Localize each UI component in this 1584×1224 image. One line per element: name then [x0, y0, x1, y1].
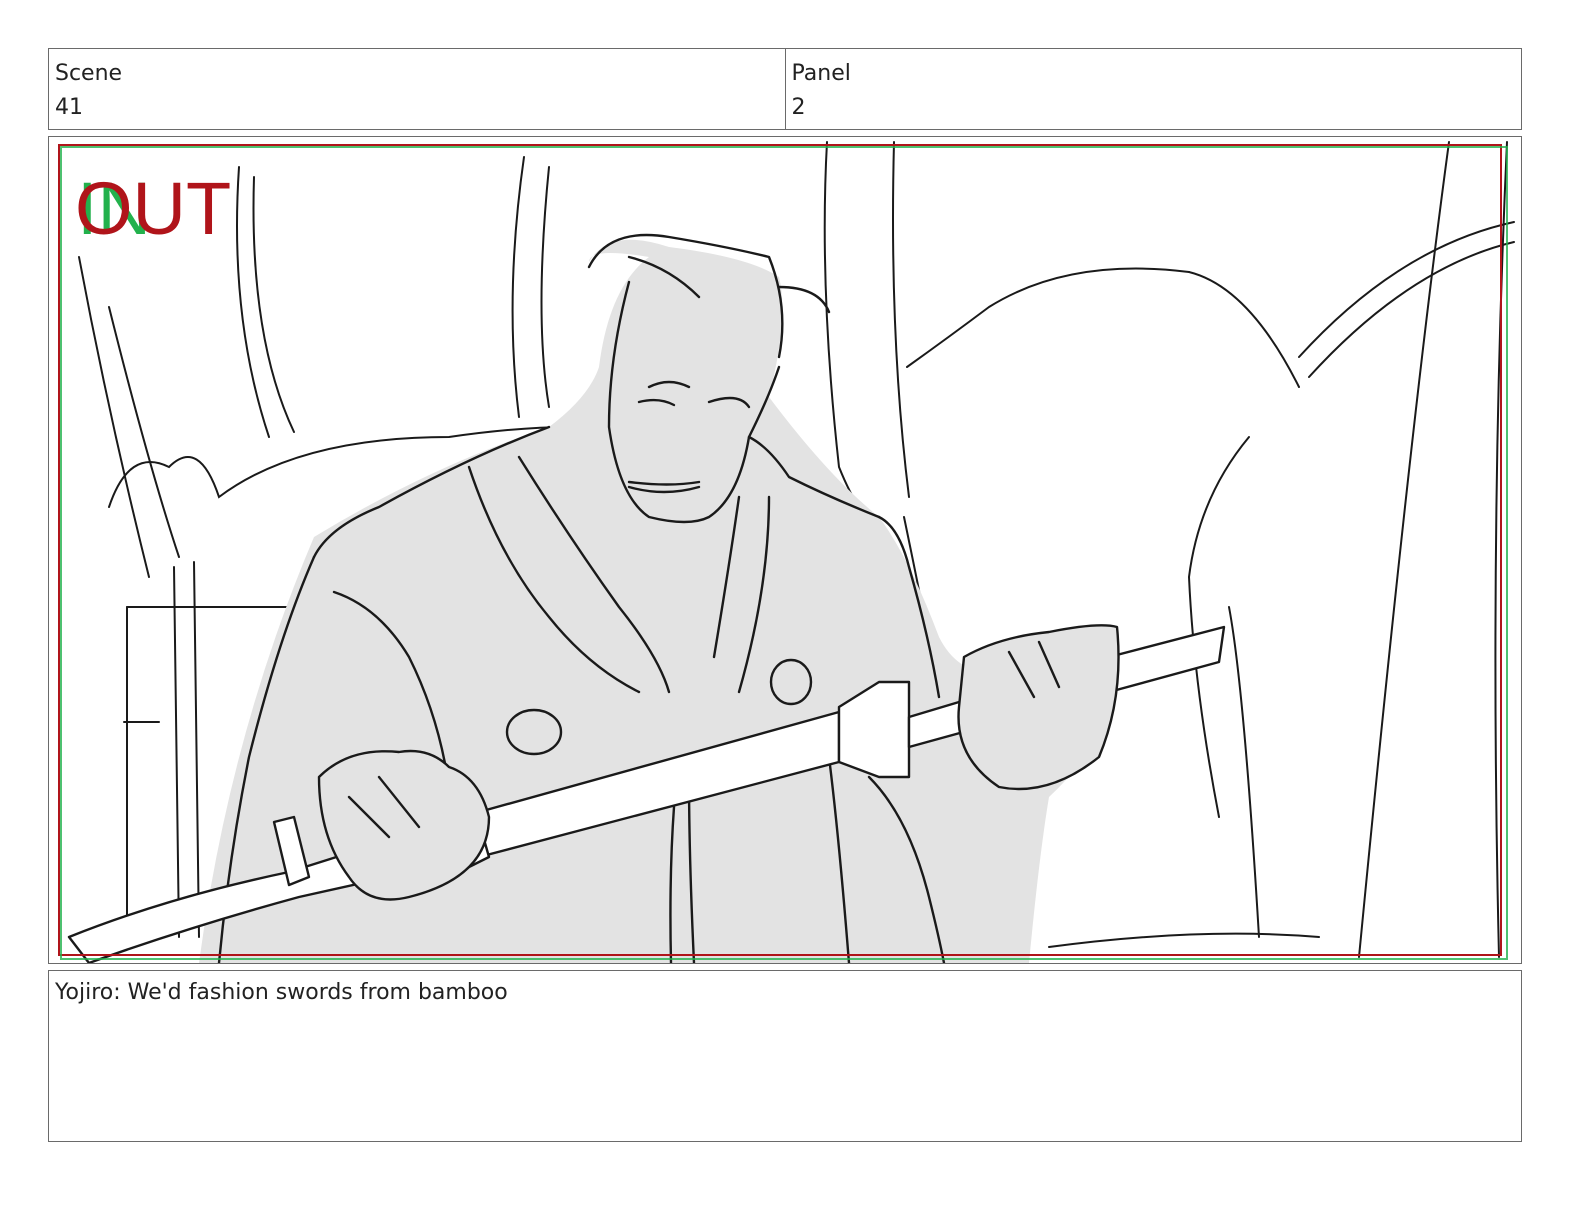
scene-number: 41: [55, 95, 83, 120]
panel-header: Scene 41 Panel 2: [48, 48, 1522, 130]
dialogue-text: Yojiro: We'd fashion swords from bamboo: [55, 980, 508, 1005]
scene-label: Scene: [55, 61, 123, 86]
panel-cell: Panel 2: [784, 49, 1522, 129]
scene-cell: Scene 41: [49, 49, 785, 129]
panel-label: Panel: [791, 61, 851, 86]
storyboard-page: Scene 41 Panel 2 IN OUT Yojiro: We'd fas…: [0, 0, 1584, 1224]
storyboard-frame: IN OUT: [48, 136, 1522, 964]
panel-number: 2: [791, 95, 806, 120]
dialogue-box: Yojiro: We'd fashion swords from bamboo: [48, 970, 1522, 1142]
out-marker: OUT: [75, 167, 231, 250]
sketch-drawing: IN OUT: [58, 141, 1515, 963]
